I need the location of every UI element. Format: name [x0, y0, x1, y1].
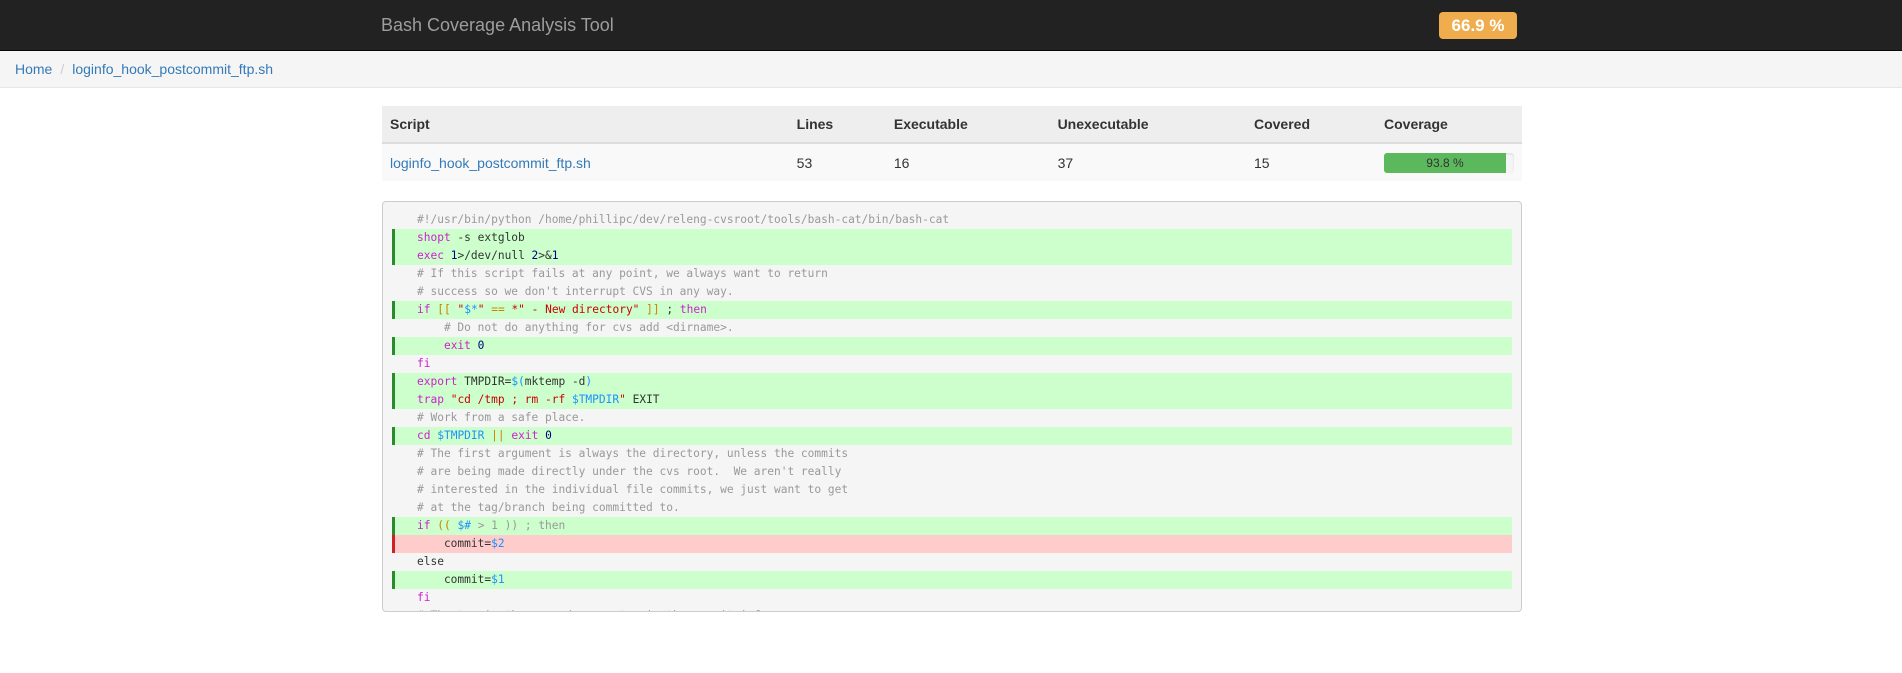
code-line-covered: exit 0 — [392, 337, 1512, 355]
coverage-progress: 93.8 % — [1384, 152, 1514, 173]
cell-script: loginfo_hook_postcommit_ftp.sh — [382, 143, 789, 181]
breadcrumb-home-link[interactable]: Home — [15, 61, 52, 77]
code-line-none: #!/usr/bin/python /home/phillipc/dev/rel… — [417, 213, 950, 226]
code-line-covered: cd $TMPDIR || exit 0 — [392, 427, 1512, 445]
overall-coverage-badge: 66.9 % — [1439, 12, 1517, 39]
code-line-none: # The first argument is always the direc… — [417, 447, 849, 460]
code-line-none: fi — [417, 591, 431, 604]
summary-table: Script Lines Executable Unexecutable Cov… — [382, 106, 1522, 181]
code-line-none: fi — [417, 357, 431, 370]
header-unexecutable: Unexecutable — [1049, 106, 1246, 144]
code-line-none: # Work from a safe place. — [417, 411, 586, 424]
code-line-none: # interested in the individual file comm… — [417, 483, 849, 496]
app-title[interactable]: Bash Coverage Analysis Tool — [381, 0, 614, 50]
main-content: Script Lines Executable Unexecutable Cov… — [382, 106, 1522, 612]
code-line-none: # Do not do anything for cvs add <dirnam… — [443, 321, 734, 334]
header-covered: Covered — [1245, 106, 1376, 144]
breadcrumb: Home / loginfo_hook_postcommit_ftp.sh — [0, 51, 1902, 88]
header-script: Script — [382, 106, 789, 144]
table-row: loginfo_hook_postcommit_ftp.sh 53 16 37 … — [382, 143, 1522, 181]
coverage-progress-bar: 93.8 % — [1384, 152, 1506, 173]
code-line-covered: export TMPDIR=$(mktemp -d) — [392, 373, 1512, 391]
script-link[interactable]: loginfo_hook_postcommit_ftp.sh — [390, 155, 591, 171]
code-line-covered: exec 1>/dev/null 2>&1 — [392, 247, 1512, 265]
source-code-view: #!/usr/bin/python /home/phillipc/dev/rel… — [382, 201, 1522, 612]
code-line-none: # If this script fails at any point, we … — [417, 267, 828, 280]
code-line-covered: trap "cd /tmp ; rm -rf $TMPDIR" EXIT — [392, 391, 1512, 409]
cell-coverage: 93.8 % — [1376, 143, 1522, 181]
code-line-none: # success so we don't interrupt CVS in a… — [417, 285, 734, 298]
code-line-covered: if [[ "$*" == *" - New directory" ]] ; t… — [392, 301, 1512, 319]
header-coverage: Coverage — [1376, 106, 1522, 144]
navbar: Bash Coverage Analysis Tool 66.9 % — [0, 0, 1902, 51]
header-executable: Executable — [885, 106, 1050, 144]
breadcrumb-current-link[interactable]: loginfo_hook_postcommit_ftp.sh — [72, 61, 273, 77]
code-line-covered: commit=$1 — [392, 571, 1512, 589]
code-line-none: # The tag is the second parameter in the… — [392, 607, 1512, 611]
header-lines: Lines — [788, 106, 886, 144]
summary-header-row: Script Lines Executable Unexecutable Cov… — [382, 106, 1522, 144]
cell-executable: 16 — [885, 143, 1050, 181]
code-line-none: else — [417, 555, 444, 568]
code-line-covered: shopt -s extglob — [392, 229, 1512, 247]
cell-lines: 53 — [788, 143, 886, 181]
code-line-none: # at the tag/branch being committed to. — [417, 501, 680, 514]
cell-unexecutable: 37 — [1049, 143, 1246, 181]
code-line-none: # are being made directly under the cvs … — [417, 465, 842, 478]
code-line-uncovered: commit=$2 — [392, 535, 1512, 553]
breadcrumb-separator: / — [60, 61, 65, 77]
code-line-covered: if (( $# > 1 )) ; then — [392, 517, 1512, 535]
cell-covered: 15 — [1245, 143, 1376, 181]
